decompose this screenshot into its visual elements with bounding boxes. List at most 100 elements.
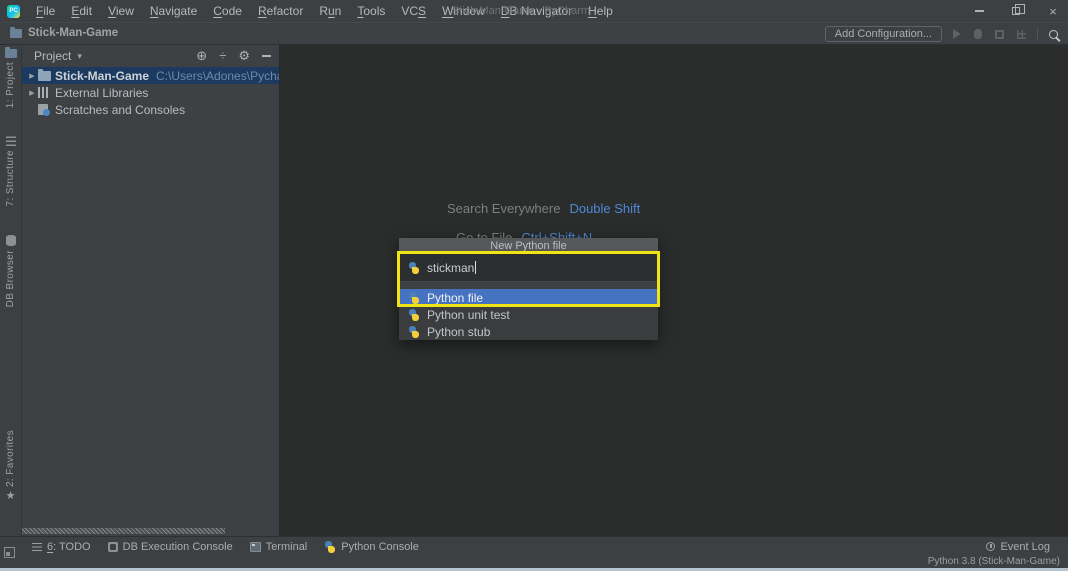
tool-tab-db-browser[interactable]: DB Browser xyxy=(5,234,16,307)
toggle-tool-windows-icon[interactable] xyxy=(4,547,15,558)
python-icon xyxy=(408,325,420,338)
status-bar: Python 3.8 (Stick-Man-Game) xyxy=(0,556,1068,568)
interpreter-status[interactable]: Python 3.8 (Stick-Man-Game) xyxy=(928,556,1060,568)
file-type-python-file[interactable]: Python file xyxy=(399,289,658,306)
menu-tools[interactable]: Tools xyxy=(349,2,393,20)
tool-tab-label: 2: Favorites xyxy=(5,429,16,487)
leftbar-top: 1: Project 7: Structure DB Browser xyxy=(4,45,17,307)
file-type-python-stub[interactable]: Python stub xyxy=(399,323,658,340)
menu-run[interactable]: Run xyxy=(311,2,349,20)
python-icon xyxy=(324,540,336,553)
file-type-list: Python file Python unit test Python stub xyxy=(399,289,658,340)
bottom-tool-window-bar: 6: TODO DB Execution Console Terminal Pytho… xyxy=(0,536,1068,556)
restore-icon xyxy=(1012,4,1025,15)
dialog-title[interactable]: New Python file xyxy=(399,238,658,254)
tool-tab-7-structure[interactable]: 7: Structure xyxy=(5,136,16,207)
event-log-icon xyxy=(986,542,996,551)
scratches-icon xyxy=(38,104,50,116)
chevron-down-icon[interactable]: ▾ xyxy=(77,51,82,62)
collapse-all-icon[interactable]: ÷ xyxy=(219,48,226,64)
expand-arrow-icon[interactable]: ▶ xyxy=(26,72,38,80)
horizontal-scrollbar[interactable] xyxy=(22,528,225,534)
tool-button-event-log[interactable]: Event Log xyxy=(986,541,1050,553)
menu-code[interactable]: Code xyxy=(205,2,250,20)
toolbar-separator xyxy=(1037,27,1038,41)
db-console-icon xyxy=(107,541,118,552)
restore-button[interactable] xyxy=(1009,3,1025,19)
debug-icon[interactable] xyxy=(974,29,982,39)
tool-button-label: Event Log xyxy=(1000,540,1050,553)
tool-button-label: 6: TODO xyxy=(47,540,91,553)
libraries-icon xyxy=(38,87,49,98)
tool-button-label: Terminal xyxy=(265,540,308,553)
menu-navigate[interactable]: Navigate xyxy=(142,2,205,20)
folder-icon xyxy=(38,69,51,81)
minimize-button[interactable] xyxy=(972,3,986,19)
tool-button-6-todo[interactable]: 6: TODO xyxy=(32,541,91,553)
tree-row-external-libraries[interactable]: ▶ External Libraries xyxy=(22,84,279,101)
python-icon xyxy=(408,308,420,321)
expand-arrow-icon[interactable]: ▶ xyxy=(26,89,38,97)
main-toolbar: Stick-Man-Game Add Configuration... xyxy=(0,22,1068,45)
tree-icon-box xyxy=(38,104,55,116)
hide-panel-icon[interactable] xyxy=(262,55,271,57)
menu-refactor[interactable]: Refactor xyxy=(250,2,311,20)
window-controls: × xyxy=(972,0,1060,22)
menu-view[interactable]: View xyxy=(100,2,142,20)
coverage-icon[interactable] xyxy=(995,29,1004,39)
tool-button-db-execution-console[interactable]: DB Execution Console xyxy=(107,541,233,553)
close-icon: × xyxy=(1049,3,1057,19)
profiler-icon[interactable] xyxy=(1017,29,1026,39)
project-folder-icon xyxy=(10,27,22,38)
tool-tab-1-project[interactable]: 1: Project xyxy=(4,47,17,108)
menu-edit[interactable]: Edit xyxy=(63,2,100,20)
file-name-input[interactable]: stickman xyxy=(399,254,658,282)
structure-tab-icon xyxy=(5,136,16,147)
pycharm-logo-icon: PC xyxy=(7,4,20,18)
breadcrumb-label: Stick-Man-Game xyxy=(28,27,119,39)
locate-icon[interactable]: ⊕ xyxy=(196,48,207,64)
tree-item-label: Scratches and Consoles xyxy=(55,102,186,117)
menu-file[interactable]: File xyxy=(28,2,63,20)
file-type-label: Python unit test xyxy=(427,307,510,322)
menu-vcs[interactable]: VCS xyxy=(393,2,434,20)
add-configuration-button[interactable]: Add Configuration... xyxy=(824,26,942,42)
toolbar-action-icons xyxy=(953,29,1026,39)
hint-label: Search Everywhere xyxy=(447,201,561,216)
tree-row-scratches-and-consoles[interactable]: Scratches and Consoles xyxy=(22,101,279,118)
close-button[interactable]: × xyxy=(1046,3,1060,19)
hint-search-everywhere: Search Everywhere Double Shift xyxy=(447,201,640,216)
python-icon xyxy=(408,261,420,274)
leftbar-bottom: 2: Favorites ★ xyxy=(5,427,16,502)
project-tab-icon xyxy=(4,47,17,58)
text-cursor xyxy=(475,261,477,274)
terminal-icon xyxy=(249,541,261,552)
navigation-breadcrumb[interactable]: Stick-Man-Game xyxy=(10,27,118,39)
menu-bar: PC File Edit View Navigate Code Refactor Run To… xyxy=(0,0,1068,22)
run-icon[interactable] xyxy=(953,29,961,39)
tool-button-label: Python Console xyxy=(341,540,419,553)
minimize-icon xyxy=(974,10,984,12)
todo-icon xyxy=(32,542,42,551)
tree-row-stick-man-game[interactable]: ▶ Stick-Man-Game C:\Users\Adones\PycharmPr… xyxy=(22,67,279,84)
project-tree: ▶ Stick-Man-Game C:\Users\Adones\PycharmPr… xyxy=(22,67,279,118)
file-type-python-unit-test[interactable]: Python unit test xyxy=(399,306,658,323)
project-panel-title[interactable]: Project xyxy=(34,49,71,63)
favorites-star-icon: ★ xyxy=(5,490,16,502)
file-type-label: Python stub xyxy=(427,324,491,339)
tool-tab-label: 7: Structure xyxy=(5,150,16,207)
tool-tab-2-favorites[interactable]: 2: Favorites ★ xyxy=(5,430,16,502)
project-panel-header-icons: ⊕ ÷ ⚙ xyxy=(196,48,271,64)
bottom-bar-right: Event Log xyxy=(986,541,1050,553)
tool-button-python-console[interactable]: Python Console xyxy=(324,540,419,553)
tree-item-label: External Libraries xyxy=(55,85,149,100)
tool-button-terminal[interactable]: Terminal xyxy=(249,540,308,553)
left-tool-window-bar: 1: Project 7: Structure DB Browser 2: Favo… xyxy=(0,45,22,536)
settings-gear-icon[interactable]: ⚙ xyxy=(238,48,250,64)
search-icon[interactable] xyxy=(1049,29,1058,39)
hint-shortcut: Double Shift xyxy=(569,201,641,216)
new-python-file-dialog: New Python file stickman Python file Pyth… xyxy=(399,238,658,340)
toolbar-right-actions: Add Configuration... xyxy=(824,26,1061,42)
tree-item-path: C:\Users\Adones\PycharmProjects\Sti xyxy=(156,68,279,83)
python-icon xyxy=(408,291,420,304)
